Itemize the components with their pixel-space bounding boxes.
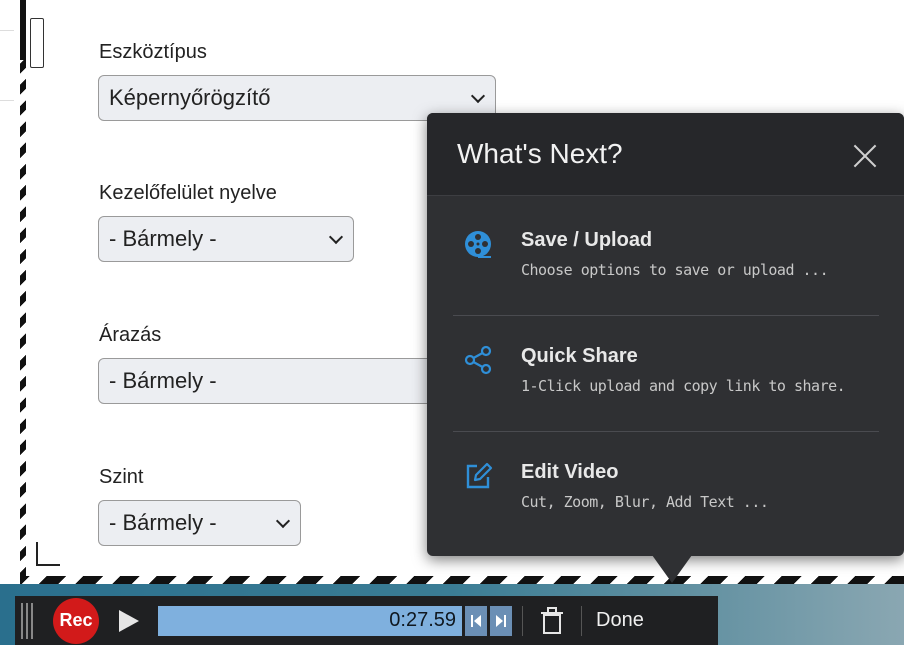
capture-border-left [20, 0, 26, 580]
pricing-label: Árazás [99, 324, 162, 346]
capture-border-bottom [20, 576, 904, 584]
drag-grip-icon[interactable] [21, 602, 35, 639]
toolbar-divider [522, 605, 523, 636]
level-label: Szint [99, 466, 144, 488]
ui-language-label: Kezelőfelület nyelve [99, 182, 277, 204]
popup-header: What's Next? [427, 113, 904, 196]
page-edge-line [0, 100, 14, 101]
level-value: - Bármely - [109, 510, 217, 535]
edit-video-option[interactable]: Edit Video Cut, Zoom, Blur, Add Text ... [453, 449, 879, 549]
skip-to-start-button[interactable] [465, 605, 487, 636]
timeline-progress[interactable]: 0:27.59 [158, 605, 462, 636]
quick-share-option[interactable]: Quick Share 1-Click upload and copy link… [453, 333, 879, 433]
recorder-toolbar: Rec 0:27.59 Done [15, 596, 718, 645]
quick-share-description: 1-Click upload and copy link to share. [521, 377, 846, 395]
toolbar-divider [581, 605, 582, 636]
skip-start-bar-icon [471, 614, 473, 627]
play-icon[interactable] [119, 609, 139, 632]
film-reel-icon [465, 231, 491, 258]
chevron-down-icon [275, 513, 291, 529]
capture-corner-bottom-left[interactable] [36, 542, 60, 566]
popup-title: What's Next? [457, 138, 623, 169]
save-upload-option[interactable]: Save / Upload Choose options to save or … [453, 217, 879, 317]
time-readout: 0:27.59 [389, 609, 456, 631]
edit-video-title: Edit Video [521, 461, 619, 483]
chevron-down-icon [328, 229, 344, 245]
ui-language-value: - Bármely - [109, 226, 217, 251]
skip-end-arrow-icon [496, 614, 503, 627]
pricing-value: - Bármely - [109, 368, 217, 393]
rec-button[interactable]: Rec [53, 597, 99, 644]
device-type-label: Eszköztípus [99, 41, 207, 63]
whats-next-popup: What's Next? Save / Upload Choose option… [427, 113, 904, 556]
option-divider [453, 315, 879, 316]
skip-to-end-button[interactable] [490, 605, 512, 636]
level-select[interactable]: - Bármely - [98, 500, 301, 546]
skip-start-arrow-icon [474, 614, 481, 627]
trash-icon[interactable] [539, 606, 565, 636]
close-icon[interactable] [852, 143, 878, 169]
device-type-value: Képernyőrögzítő [109, 85, 271, 110]
pricing-select[interactable]: - Bármely - [98, 358, 438, 404]
skip-end-bar-icon [504, 614, 506, 627]
ui-language-select[interactable]: - Bármely - [98, 216, 354, 262]
quick-share-title: Quick Share [521, 345, 638, 367]
capture-border-handle[interactable] [20, 0, 26, 60]
popup-pointer [652, 555, 692, 583]
save-upload-description: Choose options to save or upload ... [521, 261, 829, 279]
edit-icon [466, 462, 493, 489]
save-upload-title: Save / Upload [521, 229, 653, 251]
done-button[interactable]: Done [596, 609, 644, 632]
option-divider [453, 431, 879, 432]
chevron-down-icon [470, 88, 486, 104]
rec-label: Rec [59, 610, 93, 630]
capture-resize-handle-top[interactable] [30, 18, 44, 68]
share-icon [464, 345, 492, 375]
edit-video-description: Cut, Zoom, Blur, Add Text ... [521, 493, 769, 511]
page-edge-line [0, 30, 14, 31]
